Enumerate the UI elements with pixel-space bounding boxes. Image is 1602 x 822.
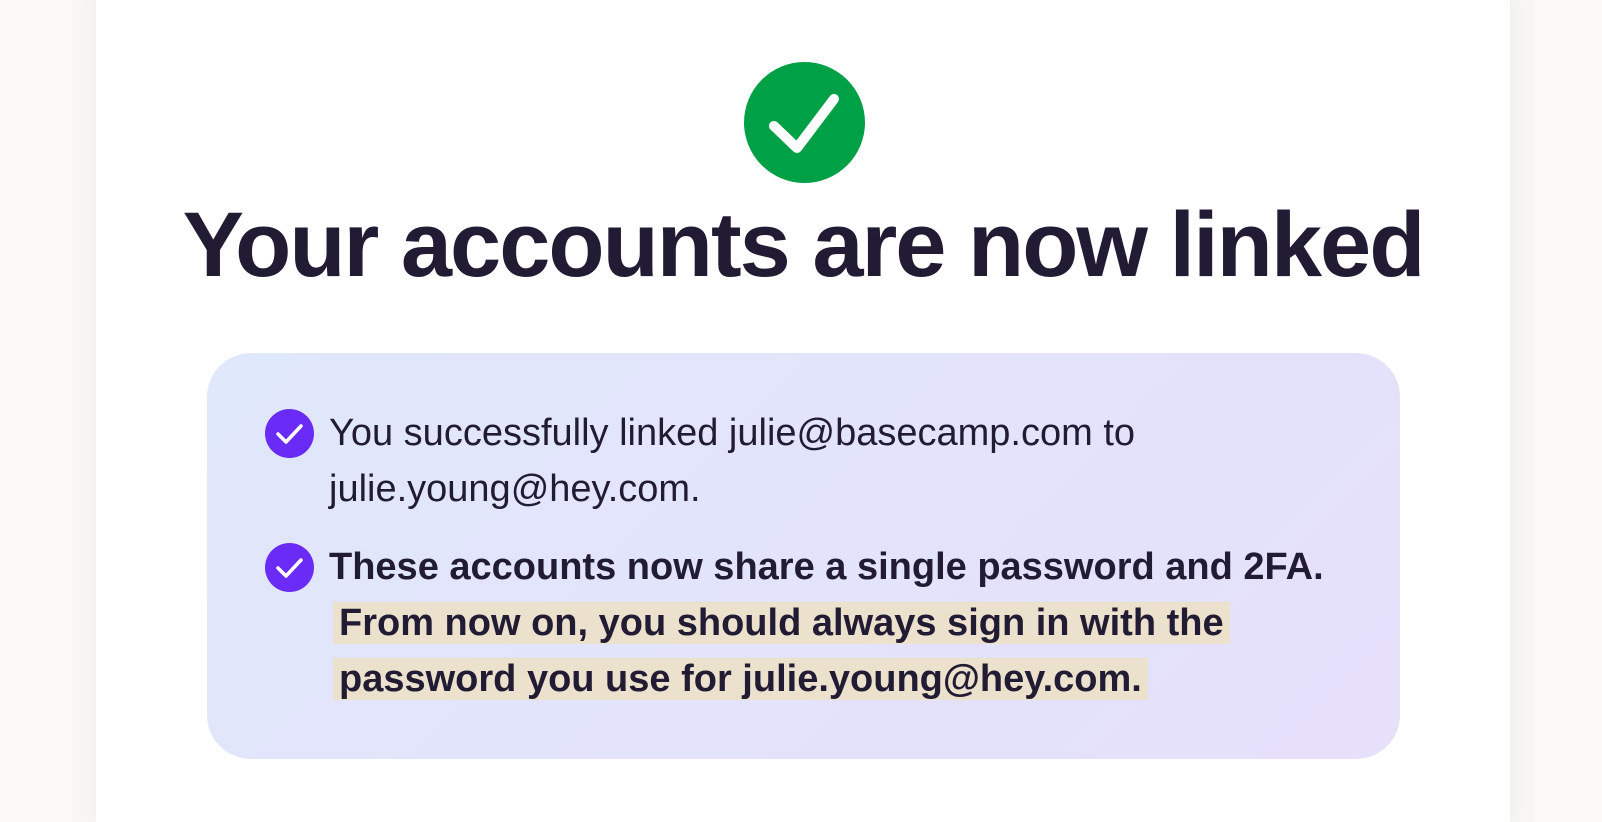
info-item-statement: These accounts now share a single passwo… bbox=[329, 546, 1324, 588]
check-circle-icon bbox=[744, 62, 865, 183]
check-badge-icon bbox=[265, 543, 314, 592]
linked-info-box: You successfully linked julie@basecamp.c… bbox=[207, 353, 1400, 759]
highlighted-notice: From now on, you should always sign in w… bbox=[333, 602, 1230, 700]
info-item-text: These accounts now share a single passwo… bbox=[329, 539, 1329, 707]
info-item-text: You successfully linked julie@basecamp.c… bbox=[329, 412, 1136, 510]
page-title: Your accounts are now linked bbox=[182, 194, 1426, 296]
check-badge-icon bbox=[265, 409, 314, 458]
